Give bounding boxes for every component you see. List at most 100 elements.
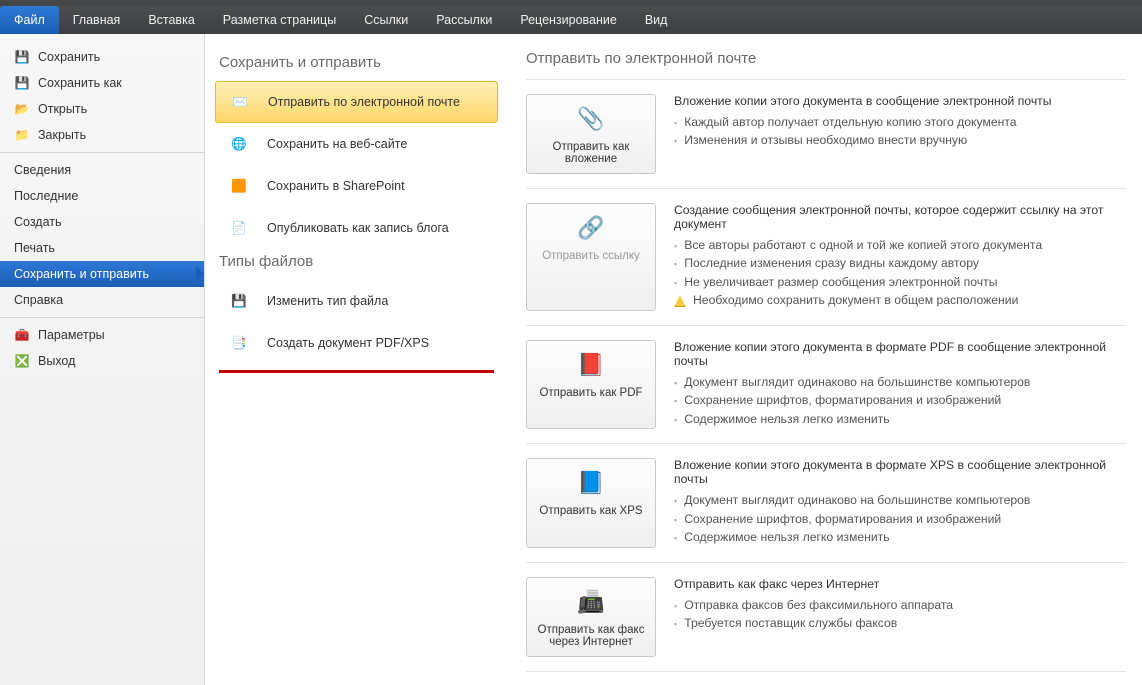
sidebar-item-mid-0[interactable]: Сведения [0,157,204,183]
option-label: Опубликовать как запись блога [267,221,449,235]
send-option-bullet: Документ выглядит одинаково на большинст… [674,374,1126,390]
send-option-desc-2: Вложение копии этого документа в формате… [674,340,1126,429]
send-button-3[interactable]: 📘Отправить как XPS [526,458,656,547]
send-option-bullet: Содержимое нельзя легко изменить [674,411,1126,427]
send-option-row-1: 🔗 Отправить ссылку Создание сообщения элек… [526,188,1126,325]
sidebar-item-label: Сохранить [38,50,100,64]
option-icon: ✉️ [226,88,254,116]
option-send-0[interactable]: ✉️ Отправить по электронной почте [215,81,498,123]
send-button-1: 🔗 Отправить ссылку [526,203,656,311]
send-option-warning: Необходимо сохранить документ в общем ра… [674,292,1126,308]
send-button-label: Отправить как факс через Интернет [533,624,649,648]
ribbon-tab-2[interactable]: Вставка [134,6,208,34]
sidebar-item-mid-5[interactable]: Справка [0,287,204,313]
sidebar-item-label: Параметры [38,328,105,342]
send-option-row-2: 📕 Отправить как PDF Вложение копии этого д… [526,325,1126,443]
send-option-headline: Создание сообщения электронной почты, ко… [674,203,1126,231]
send-option-desc-3: Вложение копии этого документа в формате… [674,458,1126,547]
option-send-2[interactable]: 🟧 Сохранить в SharePoint [215,165,498,207]
send-button-4[interactable]: 📠 Отправить как факс через Интернет [526,577,656,657]
sidebar-item-bot-1[interactable]: ❎ Выход [0,348,204,374]
sidebar-item-top-2[interactable]: 📂 Открыть [0,96,204,122]
option-label: Отправить по электронной почте [268,95,460,109]
sidebar-item-mid-4[interactable]: Сохранить и отправить [0,261,204,287]
send-option-bullet: Не увеличивает размер сообщения электрон… [674,274,1126,290]
sidebar-item-top-0[interactable]: 💾 Сохранить [0,44,204,70]
ribbon-tab-1[interactable]: Главная [59,6,135,34]
option-icon: 💾 [225,287,253,315]
send-option-bullet: Документ выглядит одинаково на большинст… [674,492,1126,508]
section-file-types-title: Типы файлов [219,253,498,270]
option-icon: 🟧 [225,172,253,200]
option-label: Сохранить в SharePoint [267,179,405,193]
sidebar-item-mid-1[interactable]: Последние [0,183,204,209]
send-option-bullet: Все авторы работают с одной и той же коп… [674,237,1126,253]
option-label: Создать документ PDF/XPS [267,336,429,350]
sidebar-item-label: Выход [38,354,75,368]
send-option-row-0: 📎 Отправить как вложение Вложение копии эт… [526,79,1126,188]
sidebar-item-mid-2[interactable]: Создать [0,209,204,235]
sidebar-item-label: Последние [14,189,78,203]
send-option-bullet: Содержимое нельзя легко изменить [674,529,1126,545]
ribbon-tab-0[interactable]: Файл [0,6,59,34]
ribbon-tab-7[interactable]: Вид [631,6,682,34]
ribbon-tab-5[interactable]: Рассылки [422,6,506,34]
sidebar-icon: 📁 [14,127,30,143]
send-button-0[interactable]: 📎 Отправить как вложение [526,94,656,174]
sidebar-item-label: Создать [14,215,62,229]
send-button-label: Отправить как PDF [539,387,642,399]
send-option-desc-0: Вложение копии этого документа в сообщен… [674,94,1126,174]
option-type-0[interactable]: 💾 Изменить тип файла [215,280,498,322]
send-option-bullet: Изменения и отзывы необходимо внести вру… [674,132,1126,148]
send-button-icon: 📕 [575,349,607,381]
option-label: Изменить тип файла [267,294,388,308]
sidebar-item-label: Сведения [14,163,71,177]
sidebar-item-label: Справка [14,293,63,307]
send-email-column: Отправить по электронной почте 📎 Отправить… [510,34,1142,685]
sidebar-item-mid-3[interactable]: Печать [0,235,204,261]
ribbon-tab-6[interactable]: Рецензирование [506,6,631,34]
option-icon: 🌐 [225,130,253,158]
send-option-bullet: Сохранение шрифтов, форматирования и изо… [674,511,1126,527]
sidebar-icon: 📂 [14,101,30,117]
section-save-send-title: Сохранить и отправить [219,54,498,71]
send-button-label: Отправить как вложение [533,141,649,165]
ribbon-tab-4[interactable]: Ссылки [350,6,422,34]
send-button-icon: 📎 [575,103,607,135]
sidebar-icon: 💾 [14,49,30,65]
save-send-column: Сохранить и отправить ✉️ Отправить по элек… [205,34,510,685]
send-option-headline: Отправить как факс через Интернет [674,577,1126,591]
red-underline [219,370,494,373]
sidebar-item-top-3[interactable]: 📁 Закрыть [0,122,204,148]
option-icon: 📄 [225,214,253,242]
option-icon: 📑 [225,329,253,357]
ribbon-tab-3[interactable]: Разметка страницы [209,6,350,34]
send-button-label: Отправить ссылку [542,250,640,262]
send-option-headline: Вложение копии этого документа в сообщен… [674,94,1126,108]
sidebar-item-label: Открыть [38,102,87,116]
sidebar-item-label: Печать [14,241,55,255]
send-button-icon: 📠 [575,586,607,618]
send-option-headline: Вложение копии этого документа в формате… [674,340,1126,368]
right-panel-title: Отправить по электронной почте [526,50,1126,67]
sidebar-item-label: Сохранить как [38,76,122,90]
send-option-row-4: 📠Отправить как факс через ИнтернетОтправ… [526,562,1126,672]
option-send-3[interactable]: 📄 Опубликовать как запись блога [215,207,498,249]
sidebar-icon: 🧰 [14,327,30,343]
send-option-desc-1: Создание сообщения электронной почты, ко… [674,203,1126,311]
send-button-label: Отправить как XPS [539,505,642,517]
backstage-sidebar: 💾 Сохранить 💾Сохранить как 📂 Открыть 📁 Закрыть… [0,34,205,685]
sidebar-item-label: Закрыть [38,128,86,142]
send-option-bullet: Отправка факсов без факсимильного аппара… [674,597,1126,613]
send-option-bullet: Последние изменения сразу видны каждому … [674,255,1126,271]
send-button-icon: 🔗 [575,212,607,244]
send-option-desc-4: Отправить как факс через Интернет Отправк… [674,577,1126,657]
sidebar-item-top-1[interactable]: 💾Сохранить как [0,70,204,96]
option-send-1[interactable]: 🌐Сохранить на веб-сайте [215,123,498,165]
send-option-row-3: 📘Отправить как XPS Вложение копии этого д… [526,443,1126,561]
option-type-1[interactable]: 📑 Создать документ PDF/XPS [215,322,498,364]
sidebar-icon: ❎ [14,353,30,369]
send-button-2[interactable]: 📕 Отправить как PDF [526,340,656,429]
send-option-headline: Вложение копии этого документа в формате… [674,458,1126,486]
sidebar-item-bot-0[interactable]: 🧰 Параметры [0,322,204,348]
